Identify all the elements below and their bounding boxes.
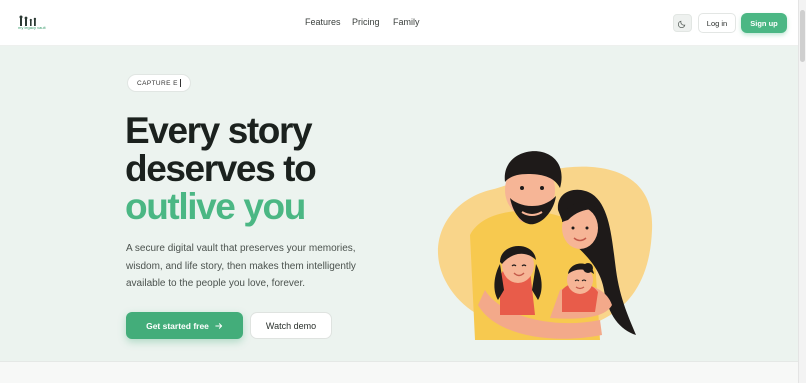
headline-line-1: Every story: [125, 110, 313, 151]
headline-accent: outlive you: [125, 186, 306, 227]
signup-button[interactable]: Sign up: [741, 13, 787, 33]
site-header: my legacy vault Features Pricing Family …: [0, 0, 798, 46]
badge-text: CAPTURE E: [137, 79, 178, 87]
moon-icon: [678, 20, 686, 28]
nav-link-pricing[interactable]: Pricing: [352, 17, 380, 27]
login-button[interactable]: Log in: [698, 13, 736, 33]
hero-badge: CAPTURE E: [127, 74, 191, 92]
arrow-right-icon: [215, 322, 223, 329]
get-started-button[interactable]: Get started free: [126, 312, 243, 339]
logo-text: my legacy vault: [18, 25, 46, 30]
hero-section: [0, 46, 798, 361]
nav-link-features[interactable]: Features: [305, 17, 341, 27]
scrollbar-thumb[interactable]: [800, 10, 805, 62]
hero-description: A secure digital vault that preserves yo…: [126, 243, 356, 289]
watch-demo-button[interactable]: Watch demo: [250, 312, 332, 339]
page-scrollbar[interactable]: [798, 0, 806, 383]
hero-headline: Every story deserves to outlive you: [125, 110, 317, 227]
theme-toggle-button[interactable]: [673, 14, 692, 32]
family-illustration: [437, 151, 653, 340]
get-started-label: Get started free: [146, 320, 209, 331]
next-section-edge: [0, 361, 798, 383]
typing-caret: [179, 79, 181, 87]
nav-link-family[interactable]: Family: [393, 17, 420, 27]
headline-line-2: deserves to: [125, 148, 317, 189]
